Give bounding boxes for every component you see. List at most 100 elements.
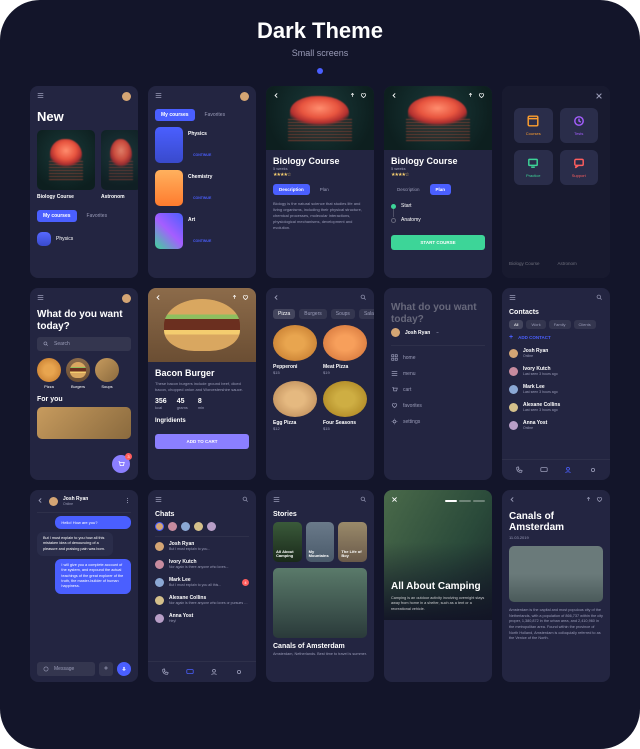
chat-row[interactable]: Mark LeeBut I must explain to you all th… [148,573,256,591]
more-icon[interactable] [124,497,131,506]
gear-icon[interactable] [589,466,597,474]
heart-icon[interactable] [360,92,367,101]
avatar[interactable] [240,92,249,101]
share-icon[interactable] [467,92,474,101]
close-icon[interactable] [595,92,603,102]
chat-row[interactable]: Alexane CollinsNor again is there anyone… [148,591,256,609]
heart-icon[interactable] [242,294,249,303]
list-item[interactable]: Chemistry CONTINUE [155,170,249,206]
drawer-user[interactable]: Josh Ryan [391,328,485,337]
chip[interactable]: Burgers [299,309,327,319]
hero-card[interactable] [273,568,367,638]
avatar[interactable] [122,294,131,303]
drawer-item[interactable]: cart [391,386,485,393]
chat-row[interactable]: Josh RyanBut I must explain to you... [148,537,256,555]
food-card[interactable]: Meat Pizza$19 [323,325,367,375]
phone-icon[interactable] [161,668,169,676]
add-contact-button[interactable]: +ADD CONTACT [502,335,610,340]
contacts-icon[interactable] [210,668,218,676]
contacts-icon[interactable] [564,466,572,474]
back-icon[interactable] [509,496,516,505]
close-icon[interactable] [391,496,398,505]
contact-row[interactable]: Anna YostOnline [502,416,610,434]
tab-description[interactable]: Description [391,184,426,195]
chat-icon[interactable] [540,466,548,474]
screen-contacts: Contacts All Work Family Clients +ADD CO… [502,288,610,480]
search-input[interactable]: Search [37,337,131,351]
tile-support[interactable]: Support [560,150,599,185]
list-item[interactable]: Physics CONTINUE [155,127,249,163]
tab-my-courses[interactable]: My courses [155,109,195,121]
cart-fab[interactable]: 3 [112,455,130,473]
story-avatar[interactable] [181,522,190,531]
attach-icon[interactable] [99,662,113,676]
search-icon[interactable] [242,496,249,505]
story-card[interactable]: All About Camping [273,522,302,562]
back-icon[interactable] [273,92,280,101]
menu-icon[interactable] [509,294,516,303]
drawer-item[interactable]: settings [391,418,485,425]
screen-new-courses: New Biology Course Astronom My courses F… [30,86,138,278]
back-icon[interactable] [273,294,280,303]
add-to-cart-button[interactable]: ADD TO CART [155,434,249,449]
menu-icon[interactable] [37,294,44,303]
food-card[interactable]: Pepperoni$15 [273,325,317,375]
food-card[interactable]: Four Seasons$15 [323,381,367,431]
story-avatar[interactable] [207,522,216,531]
back-icon[interactable] [155,294,162,303]
list-item[interactable]: Art CONTINUE [155,213,249,249]
back-icon[interactable] [391,92,398,101]
phone-icon[interactable] [515,466,523,474]
story-avatar[interactable] [168,522,177,531]
contact-row[interactable]: Mark LeeLast seen 3 hours ago [502,380,610,398]
chip[interactable]: Pizza [273,309,295,319]
drawer-item[interactable]: favorites [391,402,485,409]
chat-icon[interactable] [186,668,194,676]
course-card-image[interactable] [101,130,138,190]
heart-icon[interactable] [596,496,603,505]
tile-courses[interactable]: Courses [514,108,553,143]
tab-favorites[interactable]: Favorites [81,210,114,222]
message-input[interactable]: Message [37,662,95,676]
search-icon[interactable] [596,294,603,303]
menu-icon[interactable] [155,92,162,101]
share-icon[interactable] [231,294,238,303]
food-card[interactable]: Egg Pizza$12 [273,381,317,431]
story-avatar[interactable] [155,522,164,531]
tab-plan[interactable]: Plan [314,184,335,195]
drawer-item[interactable]: home [391,354,485,361]
gear-icon[interactable] [235,668,243,676]
message-in: But I must explain to you how all this m… [37,532,113,556]
drawer-item[interactable]: menu [391,370,485,377]
heading: What do you want today? [30,309,138,332]
heart-icon[interactable] [478,92,485,101]
chat-row[interactable]: Anna YostHey! [148,609,256,627]
tab-favorites[interactable]: Favorites [199,109,232,121]
avatar[interactable] [122,92,131,101]
tab-plan[interactable]: Plan [430,184,452,195]
start-course-button[interactable]: START COURSE [391,235,485,250]
share-icon[interactable] [585,496,592,505]
search-icon[interactable] [360,496,367,505]
chip[interactable]: Salad [359,309,374,319]
story-avatar[interactable] [194,522,203,531]
contact-row[interactable]: Alexane CollinsLast seen 3 hours ago [502,398,610,416]
story-card[interactable]: The Life of Boy [338,522,367,562]
mic-icon[interactable] [117,662,131,676]
course-card-image[interactable] [37,130,95,190]
tab-description[interactable]: Description [273,184,310,195]
tile-practice[interactable]: Practice [514,150,553,185]
tab-my-courses[interactable]: My courses [37,210,77,222]
chat-row[interactable]: Ivory KutchNor again is there anyone who… [148,555,256,573]
contact-row[interactable]: Josh RyanOnline [502,344,610,362]
chip[interactable]: Soups [331,309,355,319]
menu-icon[interactable] [273,496,280,505]
contact-row[interactable]: Ivory KutchLast seen 3 hours ago [502,362,610,380]
back-icon[interactable] [37,497,44,506]
menu-icon[interactable] [155,496,162,505]
story-card[interactable]: My Mountains [306,522,335,562]
search-icon[interactable] [360,294,367,303]
menu-icon[interactable] [37,92,44,101]
tile-tests[interactable]: Tests [560,108,599,143]
share-icon[interactable] [349,92,356,101]
